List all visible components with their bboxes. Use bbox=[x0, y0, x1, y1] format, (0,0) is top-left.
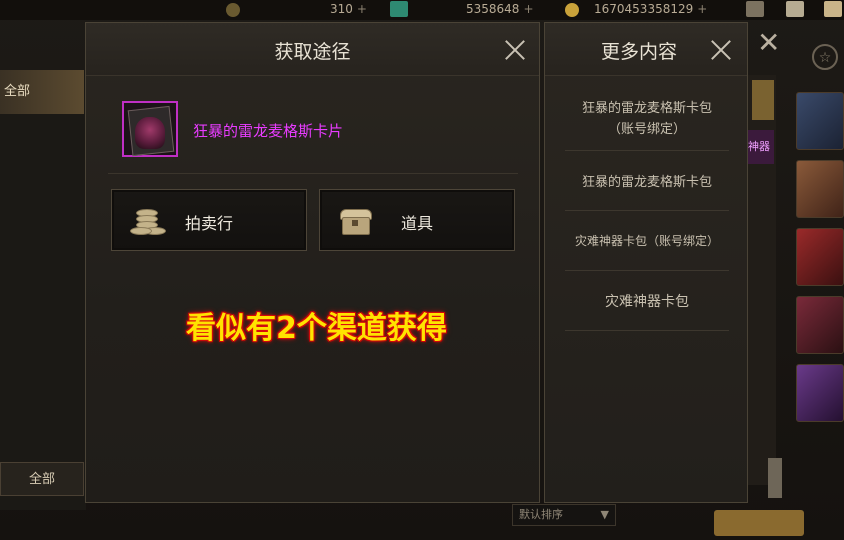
mail-icon[interactable] bbox=[786, 1, 804, 17]
source-item-button[interactable]: 道具 bbox=[319, 189, 515, 251]
favorite-star-icon[interactable]: ☆ bbox=[812, 44, 838, 70]
item-name: 狂暴的雷龙麦格斯卡片 bbox=[193, 122, 344, 140]
dialog-title: 获取途径 bbox=[274, 41, 351, 63]
list-item[interactable]: 灾难神器卡包（账号绑定） bbox=[565, 211, 729, 271]
sort-dropdown[interactable]: 默认排序 ▼ bbox=[512, 504, 616, 526]
menu-icon[interactable] bbox=[746, 1, 764, 17]
chevron-down-icon: ▼ bbox=[600, 508, 609, 521]
card-thumbnail[interactable] bbox=[796, 160, 844, 218]
currency-amount-3: 1670453358129 bbox=[594, 2, 694, 16]
item-icon-frame bbox=[122, 101, 178, 157]
list-item-title: 灾难神器卡包（账号绑定） bbox=[574, 234, 719, 248]
gold-coin-icon bbox=[565, 3, 579, 17]
more-content-list: 狂暴的雷龙麦格斯卡包 （账号绑定） 狂暴的雷龙麦格斯卡包 灾难神器卡包（账号绑定… bbox=[565, 83, 729, 331]
background-card-tile bbox=[752, 80, 774, 120]
list-item-title: 狂暴的雷龙麦格斯卡包 bbox=[581, 100, 712, 116]
source-item-label: 道具 bbox=[400, 214, 433, 233]
card-thumbnail[interactable] bbox=[796, 92, 844, 150]
source-auction-button[interactable]: 拍卖行 bbox=[111, 189, 307, 251]
more-panel-close-button[interactable] bbox=[708, 37, 734, 63]
acquire-source-dialog: 获取途径 狂暴的雷龙麦格斯卡片 拍卖行 道具 看似有2个渠道获得 bbox=[85, 22, 540, 503]
more-panel-header: 更多内容 bbox=[545, 23, 747, 76]
gift-icon[interactable] bbox=[824, 1, 842, 17]
source-auction-label: 拍卖行 bbox=[184, 214, 233, 233]
left-tab-all[interactable]: 全部 bbox=[0, 70, 84, 114]
currency-amount-2: 5358648 bbox=[466, 2, 520, 16]
card-thumbnail[interactable] bbox=[796, 364, 844, 422]
divider bbox=[108, 173, 518, 174]
list-item-subtitle: （账号绑定） bbox=[607, 121, 686, 137]
background-action-button[interactable] bbox=[714, 510, 804, 536]
add-currency-2-button[interactable]: + bbox=[523, 2, 533, 16]
bottom-tab-all[interactable]: 全部 bbox=[0, 462, 84, 496]
list-item-title: 狂暴的雷龙麦格斯卡包 bbox=[581, 175, 712, 190]
dragon-portrait-icon bbox=[135, 117, 165, 149]
dialog-close-button[interactable] bbox=[502, 37, 528, 63]
currency-bar: 310 + 5358648 + 1670453358129 + bbox=[0, 0, 844, 20]
add-currency-1-button[interactable]: + bbox=[357, 2, 367, 16]
card-thumbnail[interactable] bbox=[796, 296, 844, 354]
card-thumbnail[interactable] bbox=[796, 228, 844, 286]
currency-amount-1: 310 bbox=[330, 2, 353, 16]
sort-dropdown-value: 默认排序 bbox=[519, 508, 563, 521]
list-item[interactable]: 狂暴的雷龙麦格斯卡包 bbox=[565, 151, 729, 211]
gem-icon bbox=[390, 1, 408, 17]
background-button[interactable] bbox=[768, 458, 782, 498]
background-close-icon[interactable]: ✕ bbox=[757, 26, 780, 59]
dialog-header: 获取途径 bbox=[86, 23, 539, 76]
left-category-panel bbox=[0, 70, 86, 510]
moon-currency-icon bbox=[226, 3, 240, 17]
more-panel-title: 更多内容 bbox=[601, 41, 678, 63]
add-currency-3-button[interactable]: + bbox=[697, 2, 707, 16]
list-item[interactable]: 灾难神器卡包 bbox=[565, 271, 729, 331]
list-item[interactable]: 狂暴的雷龙麦格斯卡包 （账号绑定） bbox=[565, 83, 729, 151]
background-tag: 神器 bbox=[748, 130, 774, 164]
list-item-title: 灾难神器卡包 bbox=[605, 293, 689, 310]
more-content-panel: 更多内容 狂暴的雷龙麦格斯卡包 （账号绑定） 狂暴的雷龙麦格斯卡包 灾难神器卡包… bbox=[544, 22, 748, 503]
overlay-caption: 看似有2个渠道获得 bbox=[186, 311, 447, 346]
